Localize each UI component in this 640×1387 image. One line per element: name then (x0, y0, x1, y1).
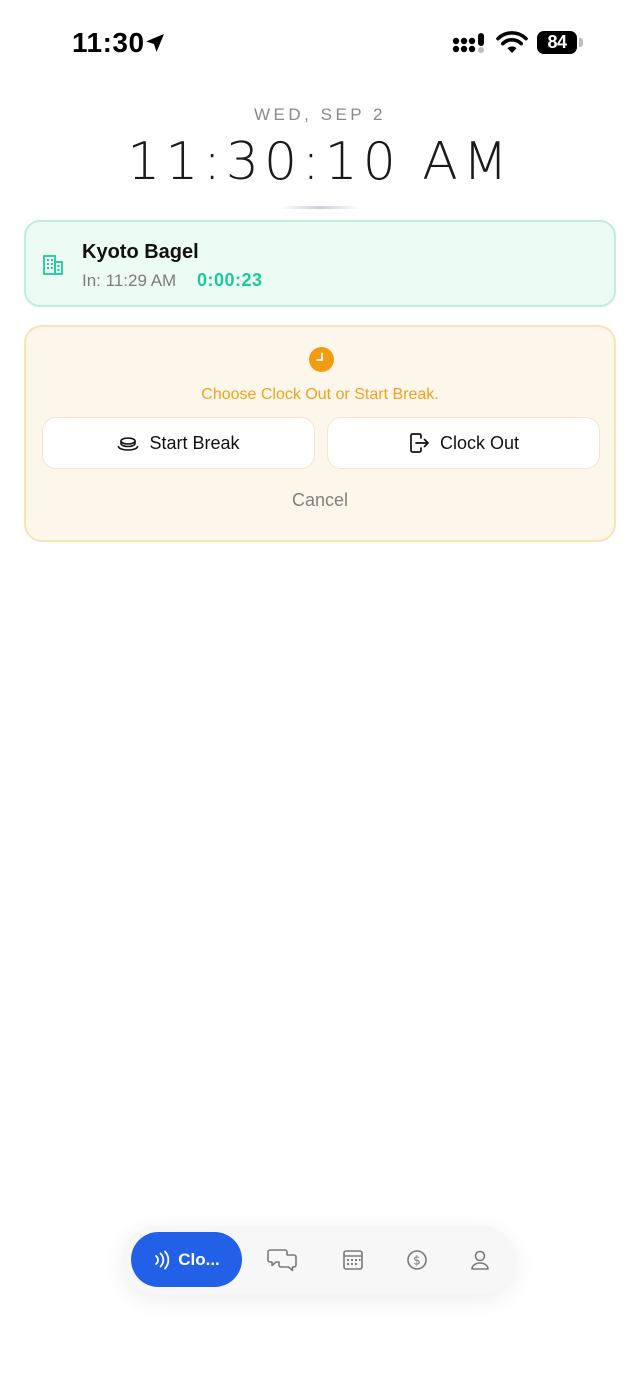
active-shift-card[interactable]: Kyoto Bagel In: 11:29 AM 0:00:23 (24, 220, 616, 307)
clock-action-prompt: Choose Clock Out or Start Break. Start B… (24, 325, 616, 542)
clock-out-button[interactable]: Clock Out (327, 417, 600, 469)
start-break-label: Start Break (149, 432, 240, 453)
profile-icon (471, 1250, 489, 1270)
elapsed-time: 0:00:23 (197, 270, 263, 290)
clock-out-label: Clock Out (439, 432, 520, 453)
nfc-icon (155, 1250, 170, 1269)
cellular-signal-icon (452, 33, 484, 53)
chat-icon (267, 1249, 297, 1272)
clock-screen: 11:30 84 WED, SEP 2 11:30:10 AM Kyoto Ba… (0, 0, 640, 1387)
coffee-cup-icon (118, 437, 139, 451)
status-time: 11:30 (72, 27, 145, 58)
clock-divider (280, 206, 360, 209)
svg-text:$: $ (413, 1254, 421, 1268)
prompt-message: Choose Clock Out or Start Break. (201, 386, 439, 403)
wifi-icon (496, 31, 528, 53)
tab-clock[interactable]: Clo... (131, 1232, 242, 1287)
battery-icon: 84 (537, 31, 583, 54)
current-clock: 11:30:10 AM (127, 132, 513, 192)
tab-messages[interactable] (267, 1246, 297, 1274)
location-name: Kyoto Bagel (82, 241, 199, 263)
tab-clock-label: Clo... (178, 1249, 220, 1269)
clock-icon (309, 347, 334, 372)
battery-tip (579, 38, 583, 47)
status-bar: 11:30 84 (0, 0, 640, 88)
start-break-button[interactable]: Start Break (42, 417, 315, 469)
calendar-icon (343, 1250, 363, 1270)
tab-pay[interactable]: $ (402, 1246, 432, 1274)
building-icon (43, 255, 63, 275)
bottom-tab-bar: Clo... $ (122, 1226, 516, 1294)
current-date: WED, SEP 2 (254, 105, 386, 124)
tab-profile[interactable] (465, 1246, 495, 1274)
location-arrow-icon (146, 34, 164, 52)
cancel-button[interactable]: Cancel (26, 490, 614, 511)
clock-in-time: In: 11:29 AM (82, 271, 177, 290)
tab-schedule[interactable] (338, 1246, 368, 1274)
battery-level: 84 (537, 31, 577, 54)
logout-icon (410, 433, 429, 453)
dollar-icon: $ (407, 1250, 427, 1270)
